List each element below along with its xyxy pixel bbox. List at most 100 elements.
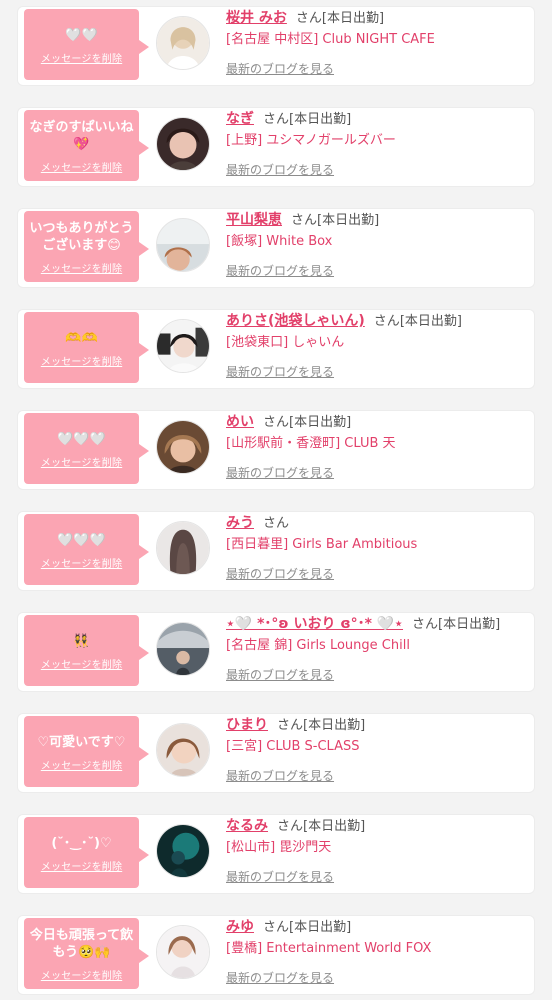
cast-info: 桜井 みお さん[本日出勤] [名古屋 中村区] Club NIGHT CAFE … bbox=[226, 9, 528, 77]
honorific: さん bbox=[263, 516, 290, 531]
shop-label: [豊橋] Entertainment World FOX bbox=[226, 941, 432, 956]
cast-name-link[interactable]: みう bbox=[226, 515, 254, 531]
message-bubble: なぎのすぱいいね 💖 メッセージを削除 bbox=[24, 110, 149, 181]
status-badge: [本日出勤] bbox=[289, 112, 352, 127]
cast-info: なぎ さん[本日出勤] [上野] ユシマノガールズバー 最新のブログを見る bbox=[226, 110, 528, 178]
cast-info: 平山梨恵 さん[本日出勤] [飯塚] White Box 最新のブログを見る bbox=[226, 211, 528, 279]
cast-name-link[interactable]: なるみ bbox=[226, 818, 268, 834]
cast-name-link[interactable]: ひまり bbox=[226, 717, 268, 733]
latest-blog-link[interactable]: 最新のブログを見る bbox=[226, 969, 528, 986]
shop-label: [西日暮里] Girls Bar Ambitious bbox=[226, 537, 418, 552]
delete-message-link[interactable]: メッセージを削除 bbox=[41, 159, 122, 174]
honorific: さん bbox=[373, 314, 400, 329]
cast-info: なるみ さん[本日出勤] [松山市] 毘沙門天 最新のブログを見る bbox=[226, 817, 528, 885]
latest-blog-link[interactable]: 最新のブログを見る bbox=[226, 767, 528, 784]
honorific: さん bbox=[295, 11, 322, 26]
cast-info: めい さん[本日出勤] [山形駅前・香澄町] CLUB 天 最新のブログを見る bbox=[226, 413, 528, 481]
avatar[interactable] bbox=[156, 925, 210, 979]
message-text: なぎのすぱいいね 💖 bbox=[29, 120, 134, 152]
shop-label: [山形駅前・香澄町] CLUB 天 bbox=[226, 436, 396, 451]
latest-blog-link[interactable]: 最新のブログを見る bbox=[226, 565, 528, 582]
message-text: 🤍🤍 bbox=[65, 27, 98, 43]
status-badge: [本日出勤] bbox=[399, 314, 462, 329]
message-bubble: 🫶🫶 メッセージを削除 bbox=[24, 312, 149, 383]
shop-label: [名古屋 中村区] Club NIGHT CAFE bbox=[226, 32, 435, 47]
cast-info: ありさ(池袋しゃいん) さん[本日出勤] [池袋東口] しゃいん 最新のブログを見… bbox=[226, 312, 528, 380]
message-text: 👯 bbox=[73, 633, 90, 649]
delete-message-link[interactable]: メッセージを削除 bbox=[41, 967, 122, 982]
cast-name-link[interactable]: みゆ bbox=[226, 919, 254, 935]
delete-message-link[interactable]: メッセージを削除 bbox=[41, 656, 122, 671]
avatar[interactable] bbox=[156, 824, 210, 878]
honorific: さん bbox=[277, 819, 304, 834]
message-text: いつもありがとう ございます😊 bbox=[29, 221, 134, 253]
list-item: 今日も頑張って飲 もう🥺🙌 メッセージを削除 みゆ さん[本日出勤] [豊橋] E… bbox=[17, 915, 535, 995]
latest-blog-link[interactable]: 最新のブログを見る bbox=[226, 60, 528, 77]
latest-blog-link[interactable]: 最新のブログを見る bbox=[226, 363, 528, 380]
delete-message-link[interactable]: メッセージを削除 bbox=[41, 858, 122, 873]
avatar[interactable] bbox=[156, 521, 210, 575]
message-bubble: 🤍🤍🤍 メッセージを削除 bbox=[24, 514, 149, 585]
cast-info: ひまり さん[本日出勤] [三宮] CLUB S-CLASS 最新のブログを見る bbox=[226, 716, 528, 784]
honorific: さん bbox=[263, 112, 290, 127]
list-item: 🤍🤍 メッセージを削除 桜井 みお さん[本日出勤] [名古屋 中村区] Club… bbox=[17, 6, 535, 86]
honorific: さん bbox=[263, 920, 290, 935]
delete-message-link[interactable]: メッセージを削除 bbox=[41, 757, 122, 772]
avatar[interactable] bbox=[156, 420, 210, 474]
latest-blog-link[interactable]: 最新のブログを見る bbox=[226, 161, 528, 178]
shop-label: [三宮] CLUB S-CLASS bbox=[226, 739, 360, 754]
cast-info: みう さん [西日暮里] Girls Bar Ambitious 最新のブログを見… bbox=[226, 514, 528, 582]
cast-name-link[interactable]: めい bbox=[226, 414, 254, 430]
message-text: ♡可愛いです♡ bbox=[37, 734, 126, 750]
status-badge: [本日出勤] bbox=[289, 415, 352, 430]
avatar[interactable] bbox=[156, 117, 210, 171]
message-bubble: 👯 メッセージを削除 bbox=[24, 615, 149, 686]
avatar[interactable] bbox=[156, 218, 210, 272]
latest-blog-link[interactable]: 最新のブログを見る bbox=[226, 666, 528, 683]
delete-message-link[interactable]: メッセージを削除 bbox=[41, 260, 122, 275]
status-badge: [本日出勤] bbox=[321, 11, 385, 26]
cast-info: ⋆🤍 *･°ʚ いおり ɞ°･* 🤍⋆ さん[本日出勤] [名古屋 錦] Girl… bbox=[226, 615, 528, 683]
shop-label: [松山市] 毘沙門天 bbox=[226, 840, 332, 855]
avatar[interactable] bbox=[156, 723, 210, 777]
message-bubble: 🤍🤍🤍 メッセージを削除 bbox=[24, 413, 149, 484]
shop-label: [名古屋 錦] Girls Lounge Chill bbox=[226, 638, 410, 653]
message-bubble: いつもありがとう ございます😊 メッセージを削除 bbox=[24, 211, 149, 282]
list-item: (˘･‿･˘)♡ メッセージを削除 なるみ さん[本日出勤] [松山市] 毘沙門天… bbox=[17, 814, 535, 894]
honorific: さん bbox=[412, 617, 439, 632]
cast-name-link[interactable]: 桜井 みお bbox=[226, 10, 287, 26]
shop-label: [上野] ユシマノガールズバー bbox=[226, 133, 396, 148]
shop-label: [池袋東口] しゃいん bbox=[226, 335, 345, 350]
latest-blog-link[interactable]: 最新のブログを見る bbox=[226, 464, 528, 481]
cast-name-link[interactable]: なぎ bbox=[226, 111, 254, 127]
avatar[interactable] bbox=[156, 16, 210, 70]
shop-label: [飯塚] White Box bbox=[226, 234, 333, 249]
delete-message-link[interactable]: メッセージを削除 bbox=[41, 50, 122, 65]
status-badge: [本日出勤] bbox=[289, 920, 352, 935]
cast-name-link[interactable]: 平山梨恵 bbox=[226, 212, 282, 228]
cast-name-link[interactable]: ありさ(池袋しゃいん) bbox=[226, 313, 365, 329]
delete-message-link[interactable]: メッセージを削除 bbox=[41, 353, 122, 368]
list-item: 🫶🫶 メッセージを削除 ありさ(池袋しゃいん) さん[本日出勤] [池袋東口] し… bbox=[17, 309, 535, 389]
latest-blog-link[interactable]: 最新のブログを見る bbox=[226, 868, 528, 885]
message-bubble: (˘･‿･˘)♡ メッセージを削除 bbox=[24, 817, 149, 888]
list-item: 🤍🤍🤍 メッセージを削除 めい さん[本日出勤] [山形駅前・香澄町] CLUB … bbox=[17, 410, 535, 490]
cast-name-link[interactable]: ⋆🤍 *･°ʚ いおり ɞ°･* 🤍⋆ bbox=[226, 616, 403, 632]
message-bubble: 🤍🤍 メッセージを削除 bbox=[24, 9, 149, 80]
honorific: さん bbox=[263, 415, 290, 430]
list-item: なぎのすぱいいね 💖 メッセージを削除 なぎ さん[本日出勤] [上野] ユシマノ… bbox=[17, 107, 535, 187]
honorific: さん bbox=[291, 213, 318, 228]
message-text: 今日も頑張って飲 もう🥺🙌 bbox=[29, 928, 134, 960]
latest-blog-link[interactable]: 最新のブログを見る bbox=[226, 262, 528, 279]
list-item: いつもありがとう ございます😊 メッセージを削除 平山梨恵 さん[本日出勤] [飯… bbox=[17, 208, 535, 288]
list-item: 🤍🤍🤍 メッセージを削除 みう さん [西日暮里] Girls Bar Ambit… bbox=[17, 511, 535, 591]
message-bubble: 今日も頑張って飲 もう🥺🙌 メッセージを削除 bbox=[24, 918, 149, 989]
avatar[interactable] bbox=[156, 622, 210, 676]
message-text: 🤍🤍🤍 bbox=[57, 431, 106, 447]
delete-message-link[interactable]: メッセージを削除 bbox=[41, 454, 122, 469]
avatar[interactable] bbox=[156, 319, 210, 373]
cast-info: みゆ さん[本日出勤] [豊橋] Entertainment World FOX … bbox=[226, 918, 528, 986]
delete-message-link[interactable]: メッセージを削除 bbox=[41, 555, 122, 570]
honorific: さん bbox=[277, 718, 304, 733]
favorites-list: 🤍🤍 メッセージを削除 桜井 みお さん[本日出勤] [名古屋 中村区] Club… bbox=[0, 0, 552, 1000]
